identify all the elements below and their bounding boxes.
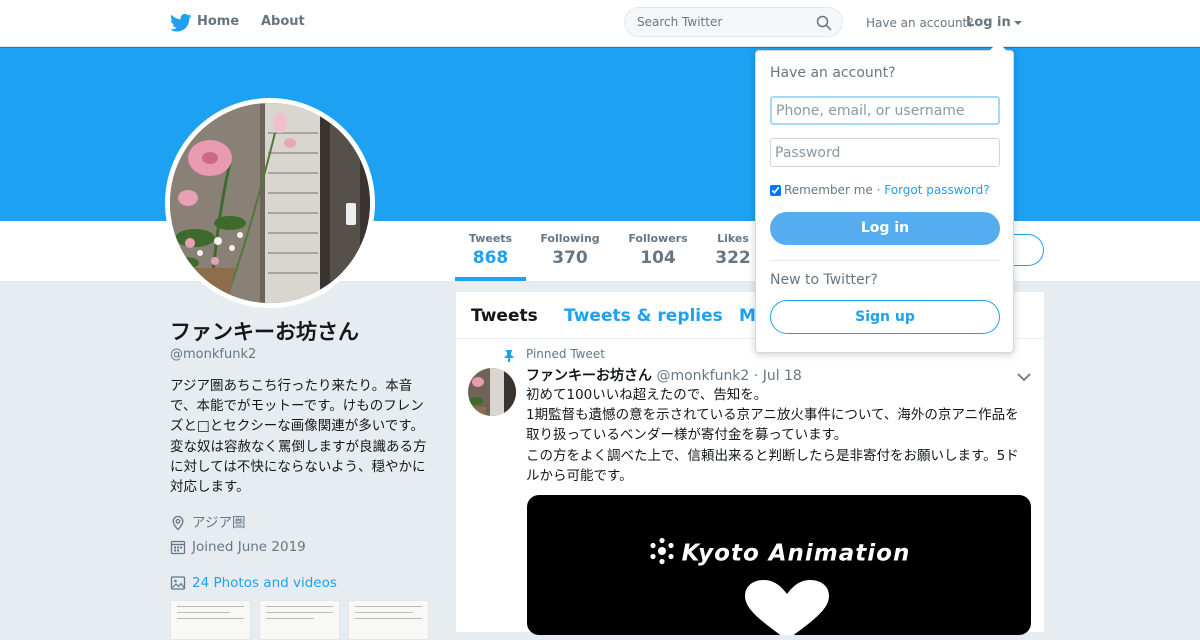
remember-me-label[interactable]: Remember me bbox=[784, 183, 873, 197]
tweet-date[interactable]: Jul 18 bbox=[763, 368, 802, 384]
login-dropdown-toggle[interactable]: Log in bbox=[966, 15, 1022, 30]
have-account-text: Have an account? bbox=[866, 16, 974, 30]
profile-joined: Joined June 2019 bbox=[170, 539, 306, 555]
forgot-password-link[interactable]: Forgot password? bbox=[884, 183, 989, 197]
profile-bio: アジア圏あちこち行ったり来たり。本音で、本能でがモットーです。けものフレンズと□… bbox=[170, 378, 427, 496]
profile-location: アジア圏 bbox=[170, 511, 245, 531]
location-text: アジア圏 bbox=[192, 515, 246, 531]
signup-button[interactable]: Sign up bbox=[770, 300, 1000, 334]
tab-tweets-replies[interactable]: Tweets & replies bbox=[564, 306, 723, 326]
photos-videos-label: 24 Photos and videos bbox=[192, 575, 337, 591]
photos-videos-link[interactable]: 24 Photos and videos bbox=[170, 575, 337, 591]
new-to-twitter-text: New to Twitter? bbox=[770, 272, 878, 288]
dropdown-arrow bbox=[989, 42, 1007, 51]
stat-value: 868 bbox=[472, 248, 509, 268]
tweet-text-line: 1期監督も遺憾の意を示されている京アニ放火事件について、海外の京アニ作品を取り扱… bbox=[526, 407, 1019, 444]
search-box[interactable]: Search Twitter bbox=[624, 7, 843, 37]
tweet-header: ファンキーお坊さん @monkfunk2 · Jul 18 bbox=[526, 365, 802, 385]
kyoto-animation-logo-icon bbox=[648, 537, 676, 571]
tab-tweets[interactable]: Tweets bbox=[471, 306, 538, 326]
profile-name: ファンキーお坊さん bbox=[170, 320, 359, 344]
stat-value: 104 bbox=[640, 248, 676, 268]
calendar-icon bbox=[170, 539, 186, 555]
photo-thumbnail[interactable] bbox=[170, 600, 251, 640]
remember-separator: · bbox=[876, 183, 881, 197]
tweet-text-line: この方をよく調べた上で、信頼出来ると判断したら是非寄付をお願いします。5ドルから… bbox=[526, 447, 1019, 484]
tab-media[interactable]: M bbox=[739, 306, 756, 326]
dropdown-title: Have an account? bbox=[770, 65, 896, 81]
nav-home-link[interactable]: Home bbox=[197, 14, 239, 29]
twitter-bird-icon[interactable] bbox=[170, 13, 192, 37]
media-title-text: Kyoto Animation bbox=[681, 540, 911, 567]
search-icon[interactable] bbox=[816, 15, 832, 35]
login-link-label: Log in bbox=[966, 15, 1011, 30]
search-input[interactable]: Search Twitter bbox=[637, 15, 722, 29]
caret-down-icon bbox=[1013, 20, 1022, 25]
tweet-author-name[interactable]: ファンキーお坊さん bbox=[526, 368, 652, 384]
active-stat-underline bbox=[455, 277, 526, 281]
nav-about-link[interactable]: About bbox=[261, 14, 305, 29]
stat-likes[interactable]: Likes 322 bbox=[714, 232, 752, 268]
joined-text: Joined June 2019 bbox=[192, 539, 306, 555]
stat-label: Likes bbox=[717, 232, 749, 245]
tweet-avatar[interactable] bbox=[468, 368, 516, 416]
photo-thumbnail[interactable] bbox=[348, 600, 429, 640]
profile-handle[interactable]: @monkfunk2 bbox=[170, 347, 256, 362]
stat-following[interactable]: Following 370 bbox=[538, 232, 602, 268]
tweet-author-handle[interactable]: @monkfunk2 bbox=[656, 368, 749, 384]
login-button[interactable]: Log in bbox=[770, 212, 1000, 245]
remember-me-checkbox[interactable] bbox=[770, 185, 781, 196]
tweet-media[interactable]: Kyoto Animation bbox=[527, 495, 1031, 635]
stat-followers[interactable]: Followers 104 bbox=[626, 232, 690, 268]
stat-label: Following bbox=[540, 232, 600, 245]
pin-icon bbox=[503, 347, 515, 366]
stat-label: Tweets bbox=[468, 232, 513, 245]
location-pin-icon bbox=[170, 515, 186, 531]
tweet-separator: · bbox=[753, 368, 759, 384]
username-input[interactable] bbox=[770, 96, 1000, 125]
tweet-text-line: 初めて100いいね超えたので、告知を。 bbox=[526, 387, 768, 403]
media-title: Kyoto Animation bbox=[527, 537, 1031, 571]
dropdown-divider bbox=[770, 260, 1000, 261]
pinned-tweet-label: Pinned Tweet bbox=[526, 347, 605, 361]
stat-value: 370 bbox=[552, 248, 588, 268]
avatar[interactable] bbox=[170, 103, 370, 303]
photo-thumbnail[interactable] bbox=[259, 600, 340, 640]
tweet-text: 初めて100いいね超えたので、告知を。 1期監督も遺憾の意を示されている京アニ放… bbox=[526, 385, 1031, 486]
password-input[interactable] bbox=[770, 138, 1000, 167]
heart-icon bbox=[745, 580, 829, 635]
stat-value: 322 bbox=[715, 248, 751, 268]
stat-label: Followers bbox=[628, 232, 688, 245]
remember-me-row: Remember me · Forgot password? bbox=[770, 183, 990, 197]
image-icon bbox=[170, 575, 186, 591]
stat-tweets[interactable]: Tweets 868 bbox=[468, 232, 513, 268]
